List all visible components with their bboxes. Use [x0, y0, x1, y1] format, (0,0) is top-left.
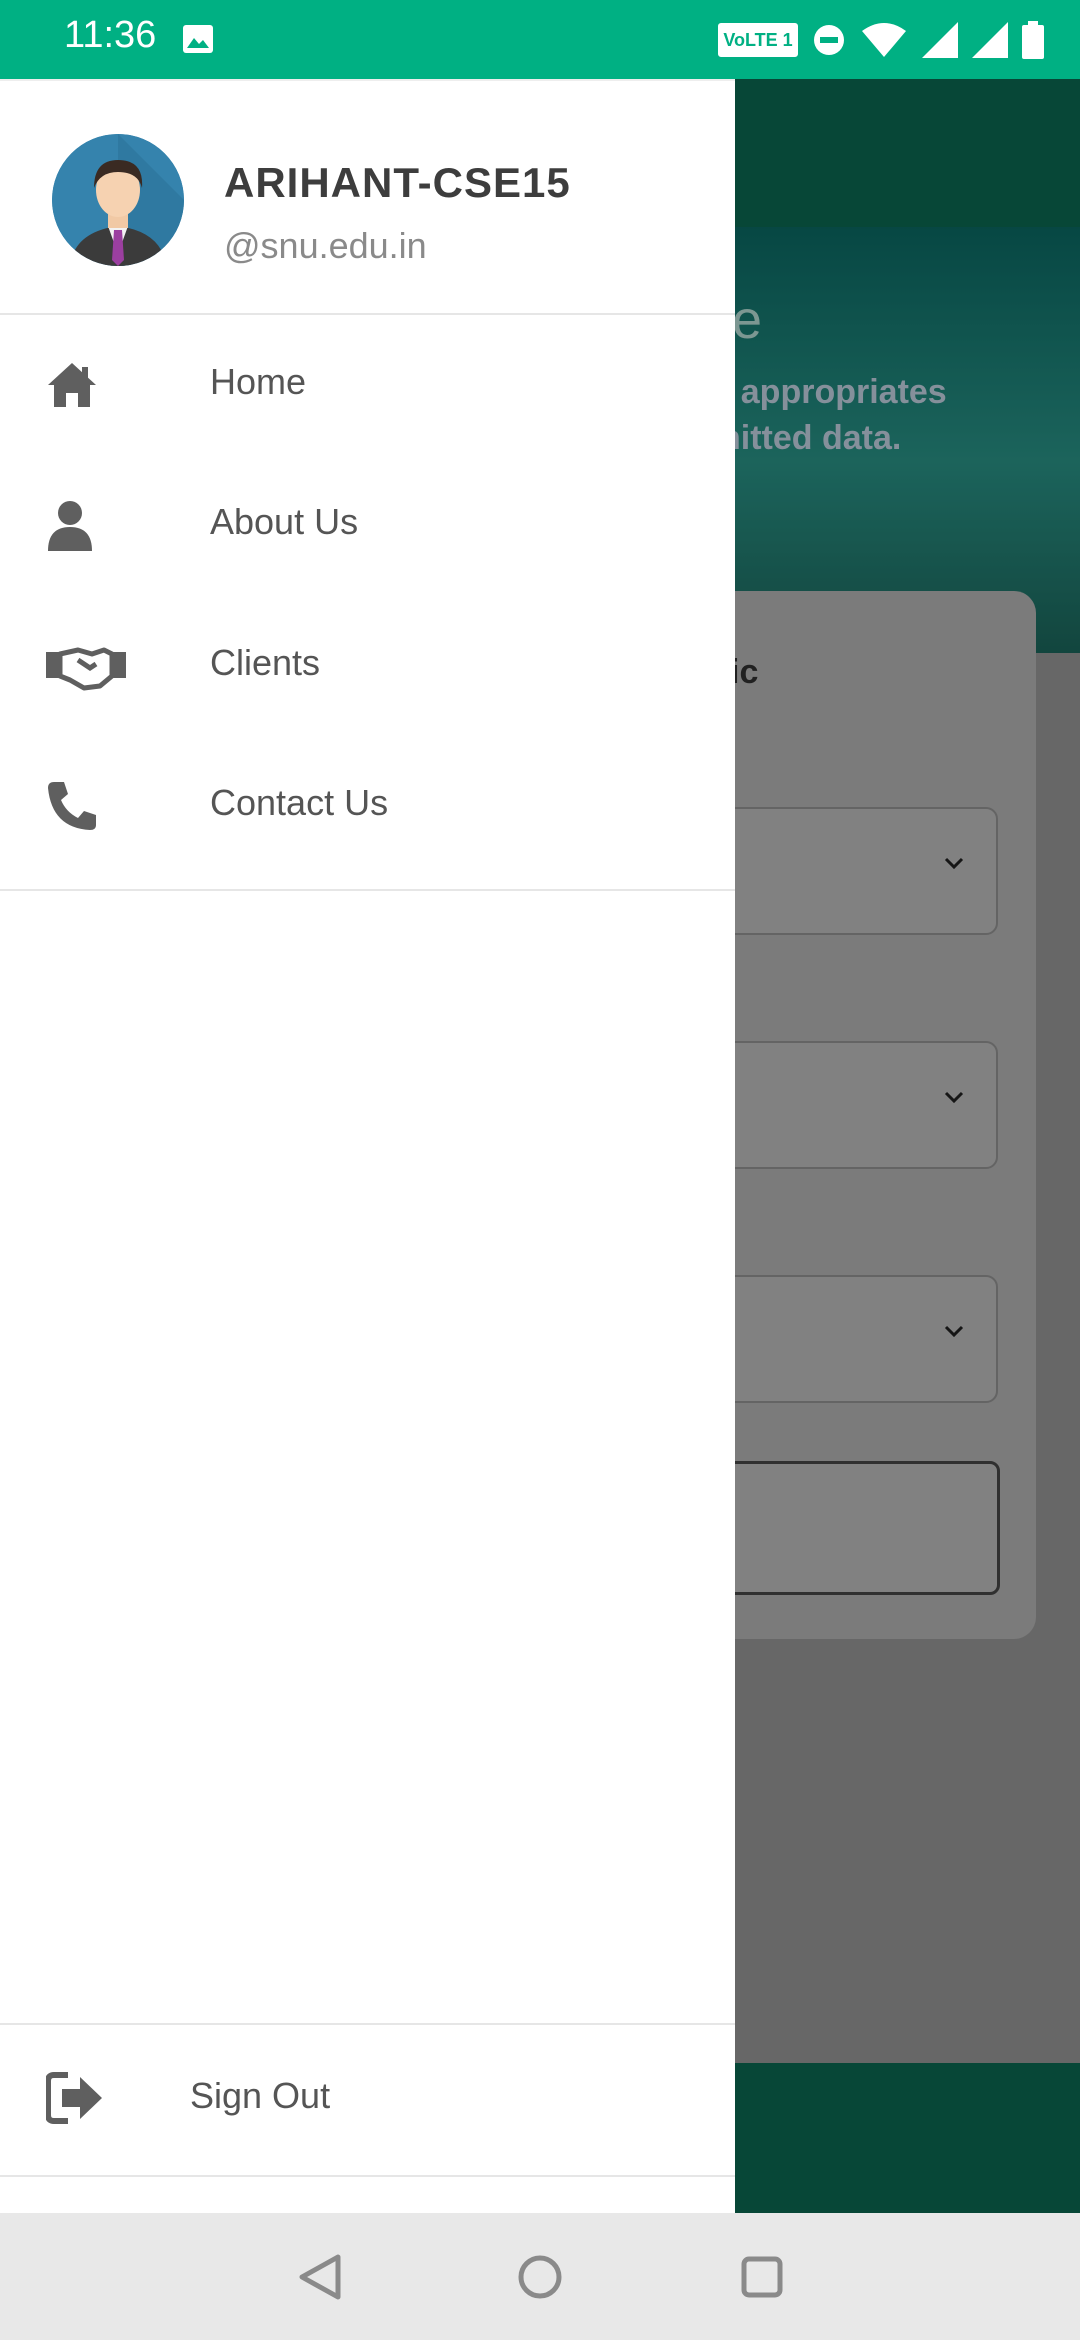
battery-icon — [1022, 21, 1044, 59]
status-time: 11:36 — [64, 14, 157, 56]
navigation-drawer: ARIHANT-CSE15 @snu.edu.in Home About Us — [0, 79, 735, 2215]
status-bar: 11:36 VoLTE 1 — [0, 0, 1080, 79]
recents-icon[interactable] — [734, 2249, 790, 2305]
drawer-item-home[interactable]: Home — [0, 313, 735, 453]
sign-out-button[interactable]: Sign Out — [0, 2023, 735, 2177]
avatar — [52, 134, 184, 266]
dnd-icon — [814, 25, 844, 55]
back-icon[interactable] — [292, 2249, 348, 2305]
volte-icon: VoLTE 1 — [718, 23, 798, 57]
drawer-menu: Home About Us Clients Contact Us — [0, 313, 735, 891]
drawer-item-clients[interactable]: Clients — [0, 594, 735, 734]
drawer-profile-header: ARIHANT-CSE15 @snu.edu.in — [0, 81, 735, 315]
drawer-item-label: Home — [210, 361, 307, 402]
sign-out-label: Sign Out — [190, 2075, 331, 2116]
drawer-item-about-us[interactable]: About Us — [0, 453, 735, 593]
image-icon — [183, 25, 213, 53]
sign-out-icon — [46, 2072, 102, 2124]
drawer-item-label: Contact Us — [210, 782, 389, 823]
wifi-icon — [862, 23, 906, 57]
person-icon — [48, 501, 92, 551]
user-avatar-icon — [52, 134, 184, 266]
signal-icon — [922, 22, 958, 58]
profile-email: @snu.edu.in — [224, 225, 427, 266]
drawer-item-label: Clients — [210, 642, 321, 683]
home-nav-icon[interactable] — [512, 2249, 568, 2305]
phone-icon — [48, 782, 96, 830]
drawer-item-contact-us[interactable]: Contact Us — [0, 734, 735, 874]
status-icons: VoLTE 1 — [718, 18, 1044, 62]
handshake-icon — [46, 647, 126, 691]
signal-icon — [972, 22, 1008, 58]
drawer-item-label: About Us — [210, 501, 359, 542]
home-icon — [48, 363, 96, 407]
profile-username: ARIHANT-CSE15 — [224, 159, 571, 206]
system-navigation-bar — [0, 2213, 1080, 2340]
